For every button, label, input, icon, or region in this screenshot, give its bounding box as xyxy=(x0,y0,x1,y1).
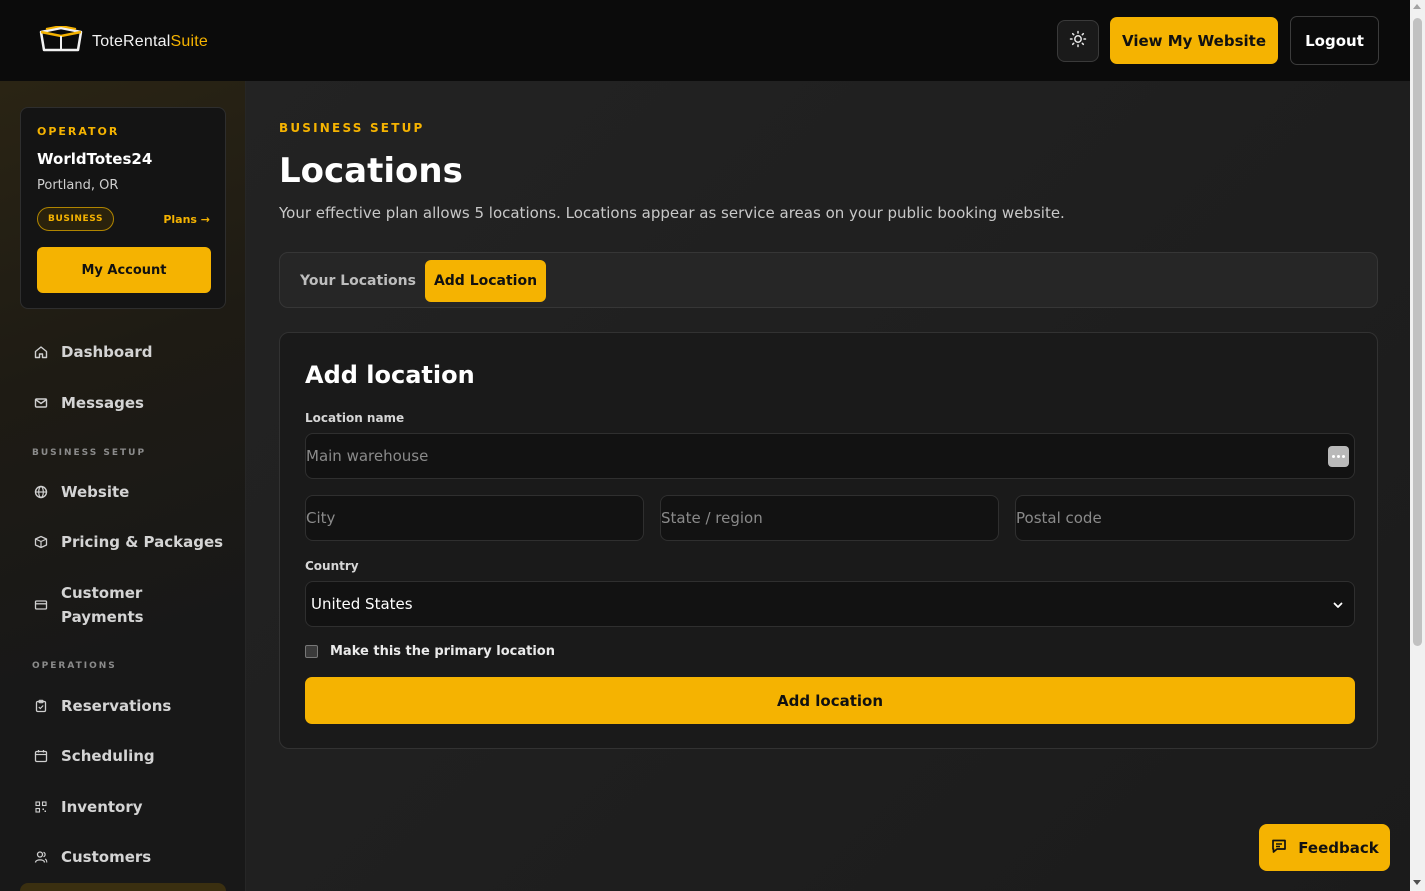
operator-card: OPERATOR WorldTotes24 Portland, OR BUSIN… xyxy=(20,107,226,309)
page-title: Locations xyxy=(279,151,463,191)
chat-icon xyxy=(1270,837,1288,859)
add-location-card: Add location Location name Country Unite… xyxy=(279,332,1378,749)
city-input[interactable] xyxy=(305,495,644,541)
theme-toggle-button[interactable] xyxy=(1057,20,1099,62)
brand-name-part1: ToteRental xyxy=(92,33,171,50)
country-value: United States xyxy=(311,595,413,613)
country-label: Country xyxy=(305,559,359,573)
operator-name: WorldTotes24 xyxy=(37,150,153,168)
tab-add-location[interactable]: Add Location xyxy=(425,260,546,302)
sun-icon xyxy=(1069,30,1087,52)
sidebar-section-business-setup: BUSINESS SETUP xyxy=(32,448,147,458)
sidebar-item-label: Pricing & Packages xyxy=(61,533,224,551)
main-content: BUSINESS SETUP Locations Your effective … xyxy=(246,81,1410,891)
users-icon xyxy=(33,849,49,865)
primary-location-checkbox[interactable] xyxy=(305,645,318,658)
credit-card-icon xyxy=(33,597,49,613)
globe-icon xyxy=(33,484,49,500)
primary-location-row: Make this the primary location xyxy=(305,644,555,659)
autofill-dots-icon[interactable] xyxy=(1328,446,1349,467)
sidebar-item-messages[interactable]: Messages xyxy=(33,394,144,412)
mail-icon xyxy=(33,395,49,411)
sidebar-item-label: Messages xyxy=(61,394,144,412)
sidebar-item-customers[interactable]: Customers xyxy=(33,848,151,866)
brand-logo[interactable]: ToteRentalSuite xyxy=(38,24,208,58)
my-account-button[interactable]: My Account xyxy=(37,247,211,293)
plan-badge: BUSINESS xyxy=(37,207,115,231)
plans-link[interactable]: Plans → xyxy=(163,213,210,226)
feedback-label: Feedback xyxy=(1298,838,1379,857)
page-subtitle: Your effective plan allows 5 locations. … xyxy=(279,204,1065,222)
tab-your-locations[interactable]: Your Locations xyxy=(300,260,416,302)
home-icon xyxy=(33,344,49,360)
tote-box-icon xyxy=(38,24,84,58)
primary-location-label[interactable]: Make this the primary location xyxy=(330,644,555,659)
operator-label: OPERATOR xyxy=(37,125,120,138)
location-name-label: Location name xyxy=(305,411,405,425)
sidebar-active-item-edge xyxy=(20,883,226,891)
chevron-down-icon xyxy=(1332,597,1344,615)
state-input[interactable] xyxy=(660,495,999,541)
sidebar-item-pricing-packages[interactable]: Pricing & Packages xyxy=(33,533,223,551)
sidebar-item-dashboard[interactable]: Dashboard xyxy=(33,343,152,361)
grid-icon xyxy=(33,799,49,815)
sidebar-item-label: Inventory xyxy=(61,798,143,816)
location-name-input[interactable] xyxy=(305,433,1355,479)
form-title: Add location xyxy=(305,361,475,389)
calendar-icon xyxy=(33,748,49,764)
sidebar-item-label: Customer Payments xyxy=(61,584,144,626)
sidebar-item-label: Reservations xyxy=(61,697,172,715)
page-scrollbar[interactable] xyxy=(1410,0,1425,891)
sidebar-section-operations: OPERATIONS xyxy=(32,661,117,671)
sidebar-item-scheduling[interactable]: Scheduling xyxy=(33,747,155,765)
sidebar-item-website[interactable]: Website xyxy=(33,483,129,501)
brand-name: ToteRentalSuite xyxy=(92,33,208,51)
breadcrumb: BUSINESS SETUP xyxy=(279,121,425,135)
feedback-button[interactable]: Feedback xyxy=(1259,824,1390,871)
package-icon xyxy=(33,534,49,550)
sidebar-item-label: Website xyxy=(61,483,130,501)
sidebar-item-reservations[interactable]: Reservations xyxy=(33,697,171,715)
sidebar-item-label: Dashboard xyxy=(61,343,153,361)
sidebar-item-label: Customers xyxy=(61,848,152,866)
sidebar-item-label: Scheduling xyxy=(61,747,155,765)
brand-name-part2: Suite xyxy=(170,33,208,50)
top-bar: ToteRentalSuite View My Website Logout xyxy=(0,0,1410,81)
add-location-button[interactable]: Add location xyxy=(305,677,1355,724)
sidebar-item-customer-payments[interactable]: Customer Payments xyxy=(33,581,153,629)
view-website-button[interactable]: View My Website xyxy=(1110,17,1278,64)
sidebar: OPERATOR WorldTotes24 Portland, OR BUSIN… xyxy=(0,81,246,891)
tab-bar: Your Locations Add Location xyxy=(279,252,1378,308)
operator-location: Portland, OR xyxy=(37,178,119,193)
scroll-thumb[interactable] xyxy=(1413,18,1422,646)
country-select[interactable]: United States xyxy=(305,581,1355,627)
clipboard-icon xyxy=(33,698,49,714)
scroll-up-icon[interactable] xyxy=(1413,4,1421,9)
logout-button[interactable]: Logout xyxy=(1290,16,1379,65)
postal-code-input[interactable] xyxy=(1015,495,1355,541)
sidebar-item-inventory[interactable]: Inventory xyxy=(33,798,143,816)
scroll-down-icon[interactable] xyxy=(1413,880,1421,885)
